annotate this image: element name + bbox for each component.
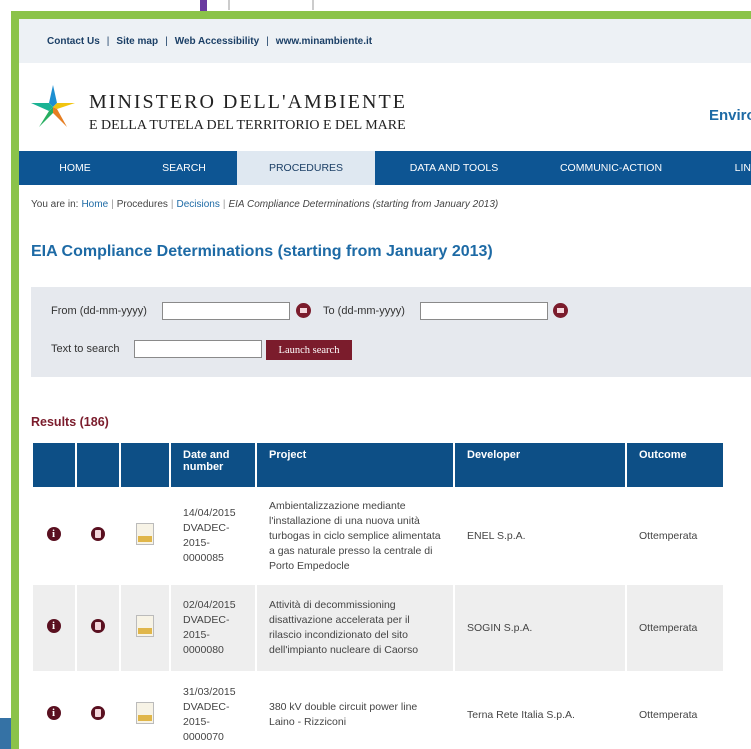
pdf-cell xyxy=(121,489,169,583)
results-table: Date and number Project Developer Outcom… xyxy=(31,441,725,749)
calendar-icon[interactable] xyxy=(553,303,568,318)
document-icon[interactable] xyxy=(91,705,105,720)
separator: | xyxy=(165,35,168,47)
ministry-name-line2: E DELLA TUTELA DEL TERRITORIO E DEL MARE xyxy=(89,118,406,133)
page-title: EIA Compliance Determinations (starting … xyxy=(31,243,493,260)
breadcrumb-procedures[interactable]: Procedures xyxy=(117,199,168,210)
document-cell xyxy=(77,673,119,749)
ministry-name-line1: MINISTERO DELL'AMBIENTE xyxy=(89,91,407,113)
nav-search[interactable]: SEARCH xyxy=(131,151,237,185)
date-number-cell: 31/03/2015 DVADEC-2015-0000070 xyxy=(171,673,255,749)
developer-cell: ENEL S.p.A. xyxy=(455,489,625,583)
breadcrumb-current: EIA Compliance Determinations (starting … xyxy=(228,198,499,210)
document-cell xyxy=(77,489,119,583)
text-search-label: Text to search xyxy=(51,343,120,355)
developer-cell: Terna Rete Italia S.p.A. xyxy=(455,673,625,749)
number-text: DVADEC-2015-0000080 xyxy=(183,614,230,656)
info-cell xyxy=(33,673,75,749)
info-cell xyxy=(33,585,75,671)
calendar-icon[interactable] xyxy=(296,303,311,318)
date-column-header[interactable]: Date and number xyxy=(171,443,255,487)
to-date-label: To (dd-mm-yyyy) xyxy=(323,305,405,317)
number-text: DVADEC-2015-0000085 xyxy=(183,522,230,564)
nav-links[interactable]: LIN xyxy=(689,151,751,185)
project-column-header[interactable]: Project xyxy=(257,443,453,487)
developer-column-header[interactable]: Developer xyxy=(455,443,625,487)
outcome-cell: Ottemperata xyxy=(627,673,723,749)
nav-data-and-tools[interactable]: DATA AND TOOLS xyxy=(375,151,533,185)
pdf-cell xyxy=(121,673,169,749)
number-text: DVADEC-2015-0000070 xyxy=(183,701,230,743)
separator: | xyxy=(222,198,226,210)
site-header: MINISTERO DELL'AMBIENTE E DELLA TUTELA D… xyxy=(19,63,751,151)
ministry-logo-icon[interactable] xyxy=(29,83,77,131)
pdf-icon[interactable] xyxy=(136,701,154,724)
date-number-cell: 02/04/2015 DVADEC-2015-0000080 xyxy=(171,585,255,671)
minambiente-link[interactable]: www.minambiente.it xyxy=(276,36,372,47)
icon-column-header xyxy=(33,443,75,487)
outcome-cell: Ottemperata xyxy=(627,585,723,671)
outcome-cell: Ottemperata xyxy=(627,489,723,583)
separator: | xyxy=(266,35,269,47)
info-icon[interactable] xyxy=(47,618,61,634)
project-cell: Ambientalizzazione mediante l'installazi… xyxy=(257,489,453,583)
background-divider xyxy=(228,0,230,10)
results-count: Results (186) xyxy=(31,415,109,429)
separator: | xyxy=(170,198,174,210)
nav-communic-action[interactable]: COMMUNIC-ACTION xyxy=(533,151,689,185)
nav-home[interactable]: HOME xyxy=(19,151,131,185)
launch-search-button[interactable]: Launch search xyxy=(266,340,352,360)
background-divider xyxy=(312,0,314,10)
utility-links: Contact Us | Site map | Web Accessibilit… xyxy=(19,19,751,63)
date-text: 02/04/2015 xyxy=(183,599,236,611)
date-text: 14/04/2015 xyxy=(183,507,236,519)
document-icon[interactable] xyxy=(91,526,105,541)
breadcrumb-decisions[interactable]: Decisions xyxy=(177,199,220,210)
table-row: 02/04/2015 DVADEC-2015-0000080 Attività d… xyxy=(33,585,723,671)
separator: | xyxy=(111,198,114,210)
developer-cell: SOGIN S.p.A. xyxy=(455,585,625,671)
date-number-cell: 14/04/2015 DVADEC-2015-0000085 xyxy=(171,489,255,583)
document-cell xyxy=(77,585,119,671)
from-date-input[interactable] xyxy=(162,302,290,320)
web-page: Contact Us | Site map | Web Accessibilit… xyxy=(19,19,751,749)
breadcrumb-prefix: You are in: xyxy=(31,198,79,210)
nav-procedures[interactable]: PROCEDURES xyxy=(237,151,375,185)
project-cell: 380 kV double circuit power line Laino -… xyxy=(257,673,453,749)
table-row: 31/03/2015 DVADEC-2015-0000070 380 kV dou… xyxy=(33,673,723,749)
date-text: 31/03/2015 xyxy=(183,686,236,698)
table-row: 14/04/2015 DVADEC-2015-0000085 Ambientali… xyxy=(33,489,723,583)
pdf-icon[interactable] xyxy=(136,522,154,545)
search-form: From (dd-mm-yyyy) To (dd-mm-yyyy) Text t… xyxy=(31,287,751,377)
web-accessibility-link[interactable]: Web Accessibility xyxy=(175,36,259,47)
icon-column-header xyxy=(77,443,119,487)
site-map-link[interactable]: Site map xyxy=(116,36,158,47)
project-cell: Attività di decommissioning disattivazio… xyxy=(257,585,453,671)
info-icon[interactable] xyxy=(47,526,61,542)
breadcrumb-home[interactable]: Home xyxy=(81,199,108,210)
main-nav: HOME SEARCH PROCEDURES DATA AND TOOLS CO… xyxy=(19,151,751,185)
document-icon[interactable] xyxy=(91,618,105,633)
text-search-input[interactable] xyxy=(134,340,262,358)
outcome-column-header[interactable]: Outcome xyxy=(627,443,723,487)
icon-column-header xyxy=(121,443,169,487)
info-cell xyxy=(33,489,75,583)
pdf-icon[interactable] xyxy=(136,614,154,637)
breadcrumb: You are in: Home | Procedures | Decision… xyxy=(19,193,751,215)
separator: | xyxy=(106,35,110,47)
header-right-text: Enviro xyxy=(709,107,751,124)
contact-us-link[interactable]: Contact Us xyxy=(47,36,100,47)
to-date-input[interactable] xyxy=(420,302,548,320)
info-icon[interactable] xyxy=(47,705,61,721)
from-date-label: From (dd-mm-yyyy) xyxy=(51,305,147,317)
pdf-cell xyxy=(121,585,169,671)
table-header-row: Date and number Project Developer Outcom… xyxy=(33,443,723,487)
